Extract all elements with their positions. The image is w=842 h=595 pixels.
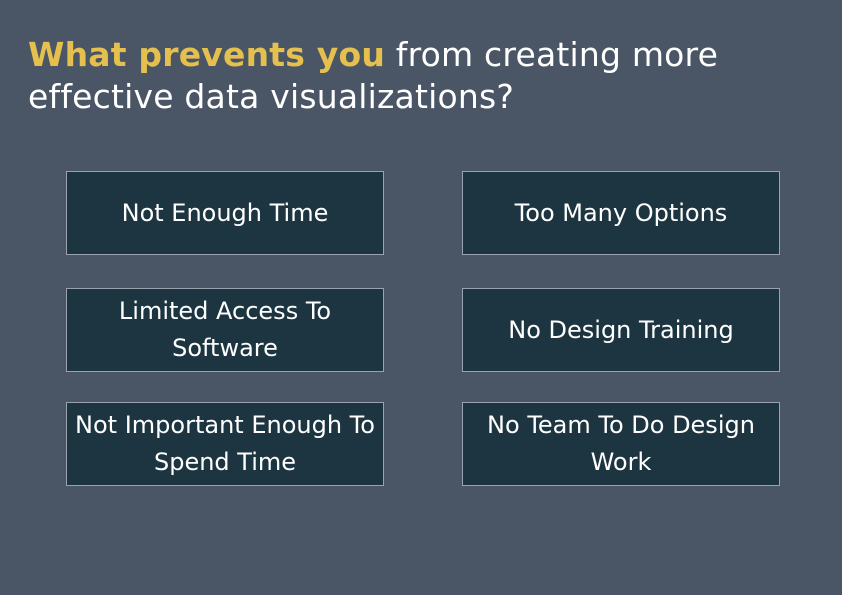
option-not-enough-time[interactable]: Not Enough Time xyxy=(66,171,384,255)
question-title: What prevents you from creating more eff… xyxy=(28,34,808,118)
option-label: Too Many Options xyxy=(514,198,728,227)
option-not-important-enough[interactable]: Not Important Enough To Spend Time xyxy=(66,402,384,486)
option-label: No Design Training xyxy=(508,315,734,344)
option-label: No Team To Do Design Work xyxy=(487,411,755,476)
question-highlight: What prevents you xyxy=(28,35,386,74)
option-limited-access-to-software[interactable]: Limited Access To Software xyxy=(66,288,384,372)
option-too-many-options[interactable]: Too Many Options xyxy=(462,171,780,255)
option-label: Not Enough Time xyxy=(121,198,329,227)
option-no-team-for-design[interactable]: No Team To Do Design Work xyxy=(462,402,780,486)
option-label: Limited Access To Software xyxy=(118,297,332,362)
option-label: Not Important Enough To Spend Time xyxy=(75,411,375,476)
option-no-design-training[interactable]: No Design Training xyxy=(462,288,780,372)
